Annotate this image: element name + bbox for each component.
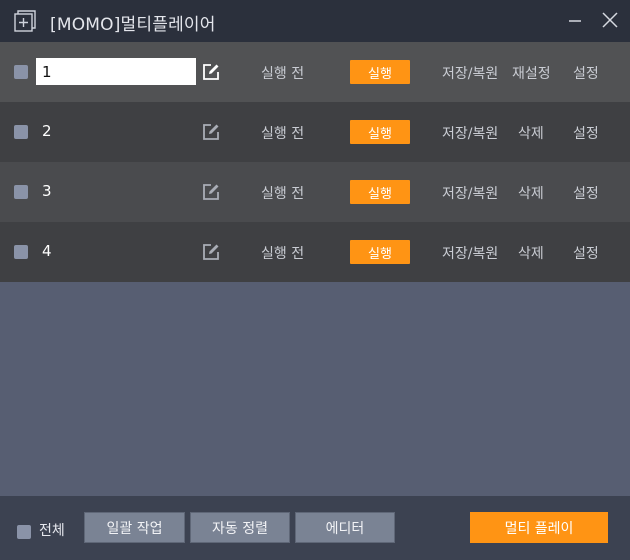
- delete-link[interactable]: 삭제: [518, 243, 544, 263]
- edit-icon[interactable]: [202, 183, 220, 201]
- window-title: [MOMO]멀티플레이어: [50, 15, 216, 35]
- edit-icon[interactable]: [202, 63, 220, 81]
- edit-icon[interactable]: [202, 243, 220, 261]
- plus-square-icon: [14, 10, 36, 32]
- row-status: 실행 전: [261, 186, 305, 202]
- player-row: 2 실행 전 실행 저장/복원 삭제 설정: [0, 102, 630, 162]
- settings-link[interactable]: 설정: [573, 183, 599, 203]
- settings-link[interactable]: 설정: [573, 123, 599, 143]
- row-status: 실행 전: [261, 126, 305, 142]
- settings-link[interactable]: 설정: [573, 243, 599, 263]
- save-restore-link[interactable]: 저장/복원: [442, 63, 498, 83]
- row-checkbox[interactable]: [14, 65, 28, 79]
- row-checkbox[interactable]: [14, 185, 28, 199]
- save-restore-link[interactable]: 저장/복원: [442, 243, 498, 263]
- delete-link[interactable]: 삭제: [518, 183, 544, 203]
- run-button[interactable]: 실행: [350, 180, 410, 204]
- edit-icon[interactable]: [202, 123, 220, 141]
- row-name: 3: [42, 182, 52, 200]
- player-row: 실행 전 실행 저장/복원 재설정 설정: [0, 42, 630, 102]
- empty-list-area: [0, 282, 630, 496]
- editor-button[interactable]: 에디터: [295, 512, 395, 543]
- row-name: 4: [42, 242, 52, 260]
- title-bar: [MOMO]멀티플레이어: [0, 0, 630, 42]
- row-status: 실행 전: [261, 66, 305, 82]
- run-button[interactable]: 실행: [350, 60, 410, 84]
- player-row: 3 실행 전 실행 저장/복원 삭제 설정: [0, 162, 630, 222]
- auto-sort-button[interactable]: 자동 정렬: [190, 512, 290, 543]
- minimize-icon[interactable]: [566, 10, 586, 30]
- save-restore-link[interactable]: 저장/복원: [442, 183, 498, 203]
- row-name-input[interactable]: [36, 58, 196, 85]
- player-row: 4 실행 전 실행 저장/복원 삭제 설정: [0, 222, 630, 282]
- delete-link[interactable]: 삭제: [518, 123, 544, 143]
- run-button[interactable]: 실행: [350, 120, 410, 144]
- row-checkbox[interactable]: [14, 125, 28, 139]
- select-all-checkbox[interactable]: [17, 525, 31, 539]
- batch-action-button[interactable]: 일괄 작업: [84, 512, 185, 543]
- row-name: 2: [42, 122, 52, 140]
- close-icon[interactable]: [600, 10, 620, 30]
- save-restore-link[interactable]: 저장/복원: [442, 123, 498, 143]
- row-checkbox[interactable]: [14, 245, 28, 259]
- multi-play-button[interactable]: 멀티 플레이: [470, 512, 608, 543]
- run-button[interactable]: 실행: [350, 240, 410, 264]
- row-status: 실행 전: [261, 246, 305, 262]
- reset-link[interactable]: 재설정: [512, 63, 551, 83]
- select-all-label: 전체: [39, 523, 65, 539]
- settings-link[interactable]: 설정: [573, 63, 599, 83]
